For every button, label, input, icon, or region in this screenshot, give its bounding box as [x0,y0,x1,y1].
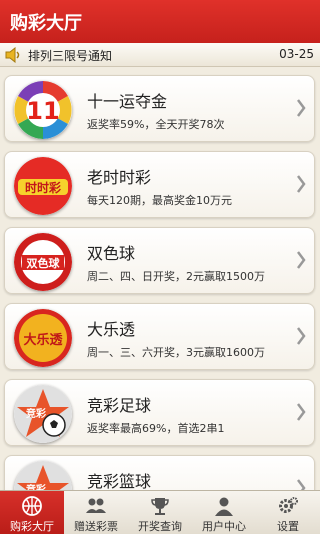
lottery-name: 竞彩篮球 [87,472,152,490]
tab-label: 赠送彩票 [74,520,118,533]
tab-label: 购彩大厅 [10,520,54,533]
lottery-logo-dlt: 大乐透 [14,309,72,367]
tab-settings[interactable]: 设置 [256,491,320,534]
tab-draw-results[interactable]: 开奖查询 [128,491,192,534]
chevron-right-icon [297,403,306,421]
lottery-card-jclq[interactable]: 竞彩 竞彩篮球 [4,455,315,490]
chevron-right-icon [297,251,306,269]
tab-label: 开奖查询 [138,520,182,533]
tab-label: 设置 [277,520,299,533]
lottery-logo-11x5: 11 [14,81,72,139]
lottery-logo-jczq: 竞彩 [14,385,72,443]
lottery-logo-ssq: 双色球 [14,233,72,291]
lottery-desc: 每天120期，最高奖金10万元 [87,194,232,207]
notice-text: 排列三限号通知 [28,49,113,63]
lottery-name: 大乐透 [87,320,136,339]
chevron-right-icon [297,327,306,345]
tab-label: 用户中心 [202,520,246,533]
page-title: 购彩大厅 [10,13,82,34]
tab-user-center[interactable]: 用户中心 [192,491,256,534]
logo-text: 竞彩 [25,483,46,490]
users-icon [86,498,106,513]
tab-gift-lottery[interactable]: 赠送彩票 [64,491,128,534]
lottery-name: 十一运夺金 [87,92,168,111]
lottery-logo-ssc: 时时彩 [14,157,72,215]
lottery-list: 11 十一运夺金 返奖率59%，全天开奖78次 时时彩 老时时彩 每天120期，… [0,67,320,490]
chevron-right-icon [297,175,306,193]
logo-text: 大乐透 [23,332,62,348]
notice-date: 03-25 [279,47,314,61]
bottom-tab-bar: 购彩大厅 赠送彩票 开奖查询 用户中心 设置 [0,490,320,534]
lottery-name: 竞彩足球 [87,396,152,415]
chevron-right-icon [297,99,306,117]
chevron-right-icon [297,479,306,490]
lottery-desc: 返奖率59%，全天开奖78次 [87,118,225,131]
tab-lottery-hall[interactable]: 购彩大厅 [0,491,64,534]
lottery-name: 老时时彩 [87,168,152,187]
lottery-card-jczq[interactable]: 竞彩 竞彩足球 返奖率最高69%，首选2串1 [4,379,315,446]
lottery-name: 双色球 [87,244,136,263]
lottery-desc: 返奖率最高69%，首选2串1 [87,422,225,435]
lottery-logo-jclq: 竞彩 [14,461,72,490]
logo-text: 时时彩 [25,180,61,195]
logo-text: 双色球 [27,256,61,270]
basketball-icon [22,496,42,516]
gear-icon [279,497,298,513]
trophy-icon [151,498,169,515]
app-header: 购彩大厅 [0,0,320,43]
lottery-card-dlt[interactable]: 大乐透 大乐透 周一、三、六开奖，3元赢取1600万 [4,303,315,370]
lottery-card-11x5[interactable]: 11 十一运夺金 返奖率59%，全天开奖78次 [4,75,315,142]
lottery-desc: 周一、三、六开奖，3元赢取1600万 [87,346,265,359]
lottery-desc: 周二、四、日开奖，2元赢取1500万 [87,270,265,283]
speaker-icon [5,47,20,63]
lottery-card-ssc[interactable]: 时时彩 老时时彩 每天120期，最高奖金10万元 [4,151,315,218]
logo-text: 11 [26,97,59,125]
lottery-card-ssq[interactable]: 双色球 双色球 周二、四、日开奖，2元赢取1500万 [4,227,315,294]
notice-bar[interactable]: 排列三限号通知 03-25 [0,43,320,67]
logo-text: 竞彩 [25,407,46,420]
user-icon [215,497,233,516]
